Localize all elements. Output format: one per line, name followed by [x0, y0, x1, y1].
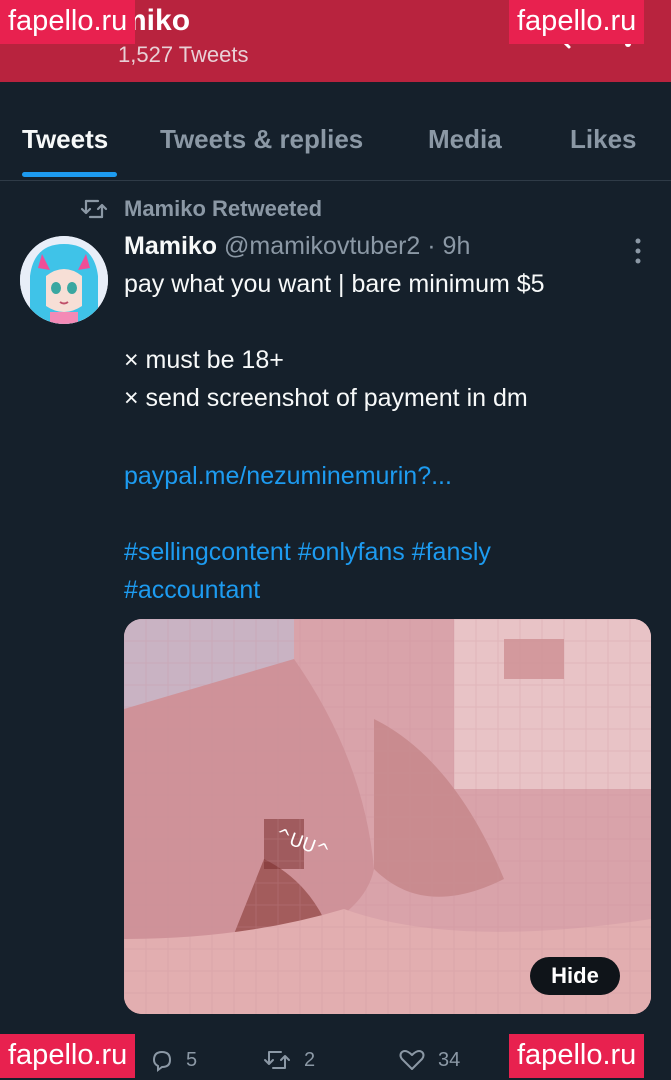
- retweet-label[interactable]: Mamiko Retweeted: [124, 196, 322, 222]
- author-handle-time[interactable]: @mamikovtuber2 · 9h: [224, 232, 470, 260]
- tweet-header: Mamiko @mamikovtuber2 · 9h: [124, 232, 470, 261]
- heart-icon: [399, 1050, 425, 1070]
- watermark-top-left: fapello.ru: [0, 0, 136, 44]
- tab-tweets-replies[interactable]: Tweets & replies: [160, 124, 363, 155]
- retweet-action[interactable]: 2: [262, 1044, 315, 1076]
- retweet-context: Mamiko Retweeted: [80, 194, 322, 224]
- tweet-media[interactable]: ^UU^: [124, 619, 651, 1014]
- watermark-bottom-left: fapello.ru: [0, 1034, 136, 1078]
- tweet-link[interactable]: paypal.me/nezuminemurin?...: [124, 462, 452, 491]
- hide-media-button[interactable]: Hide: [530, 957, 620, 995]
- avatar[interactable]: [20, 236, 108, 324]
- retweet-icon: [264, 1051, 290, 1069]
- reply-action[interactable]: 5: [150, 1044, 197, 1076]
- active-tab-indicator: [22, 172, 117, 177]
- reply-count: 5: [186, 1048, 198, 1071]
- retweet-count: 2: [304, 1048, 316, 1071]
- avatar-image: [20, 236, 108, 324]
- like-action[interactable]: 34: [398, 1044, 460, 1076]
- pixelated-image: ^UU^: [124, 619, 651, 1014]
- watermark-top-right: fapello.ru: [509, 0, 645, 44]
- hashtags-line[interactable]: #sellingcontent #onlyfans #fansly: [124, 538, 491, 567]
- tweet-text-line: × must be 18+: [124, 346, 284, 374]
- tweet-more-icon[interactable]: [632, 236, 644, 266]
- watermark-bottom-right: fapello.ru: [509, 1034, 645, 1078]
- tweet-count: 1,527 Tweets: [118, 42, 249, 67]
- profile-tabs: Tweets Tweets & replies Media Likes: [0, 100, 671, 181]
- author-name[interactable]: Mamiko: [124, 232, 217, 260]
- tab-tweets[interactable]: Tweets: [22, 124, 108, 155]
- hashtag-accountant[interactable]: #accountant: [124, 576, 260, 605]
- tweet-text-line: pay what you want | bare minimum $5: [124, 270, 545, 298]
- reply-icon: [152, 1050, 172, 1072]
- retweet-icon: [80, 199, 108, 219]
- like-count: 34: [438, 1048, 461, 1071]
- tab-media[interactable]: Media: [428, 124, 502, 155]
- tweet-text-line: × send screenshot of payment in dm: [124, 384, 528, 412]
- tab-likes[interactable]: Likes: [570, 124, 637, 155]
